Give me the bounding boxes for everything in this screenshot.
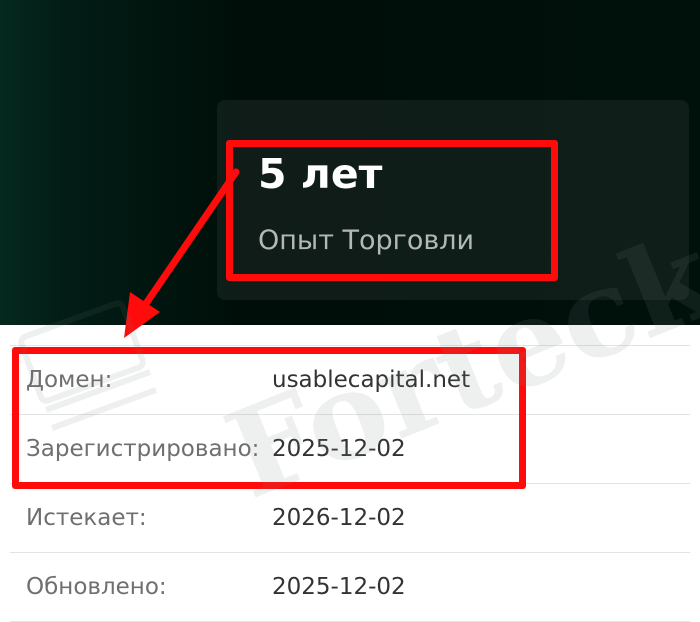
whois-row-updated: Обновлено: 2025-12-02 [10, 552, 690, 622]
whois-key: Обновлено: [26, 574, 167, 600]
whois-key: Истекает: [26, 505, 147, 531]
whois-value: 2025-12-02 [272, 574, 406, 600]
whois-value: 2026-12-02 [272, 505, 406, 531]
highlight-box-experience [226, 140, 558, 281]
whois-row-expires: Истекает: 2026-12-02 [10, 483, 690, 552]
highlight-box-domain [12, 347, 526, 489]
